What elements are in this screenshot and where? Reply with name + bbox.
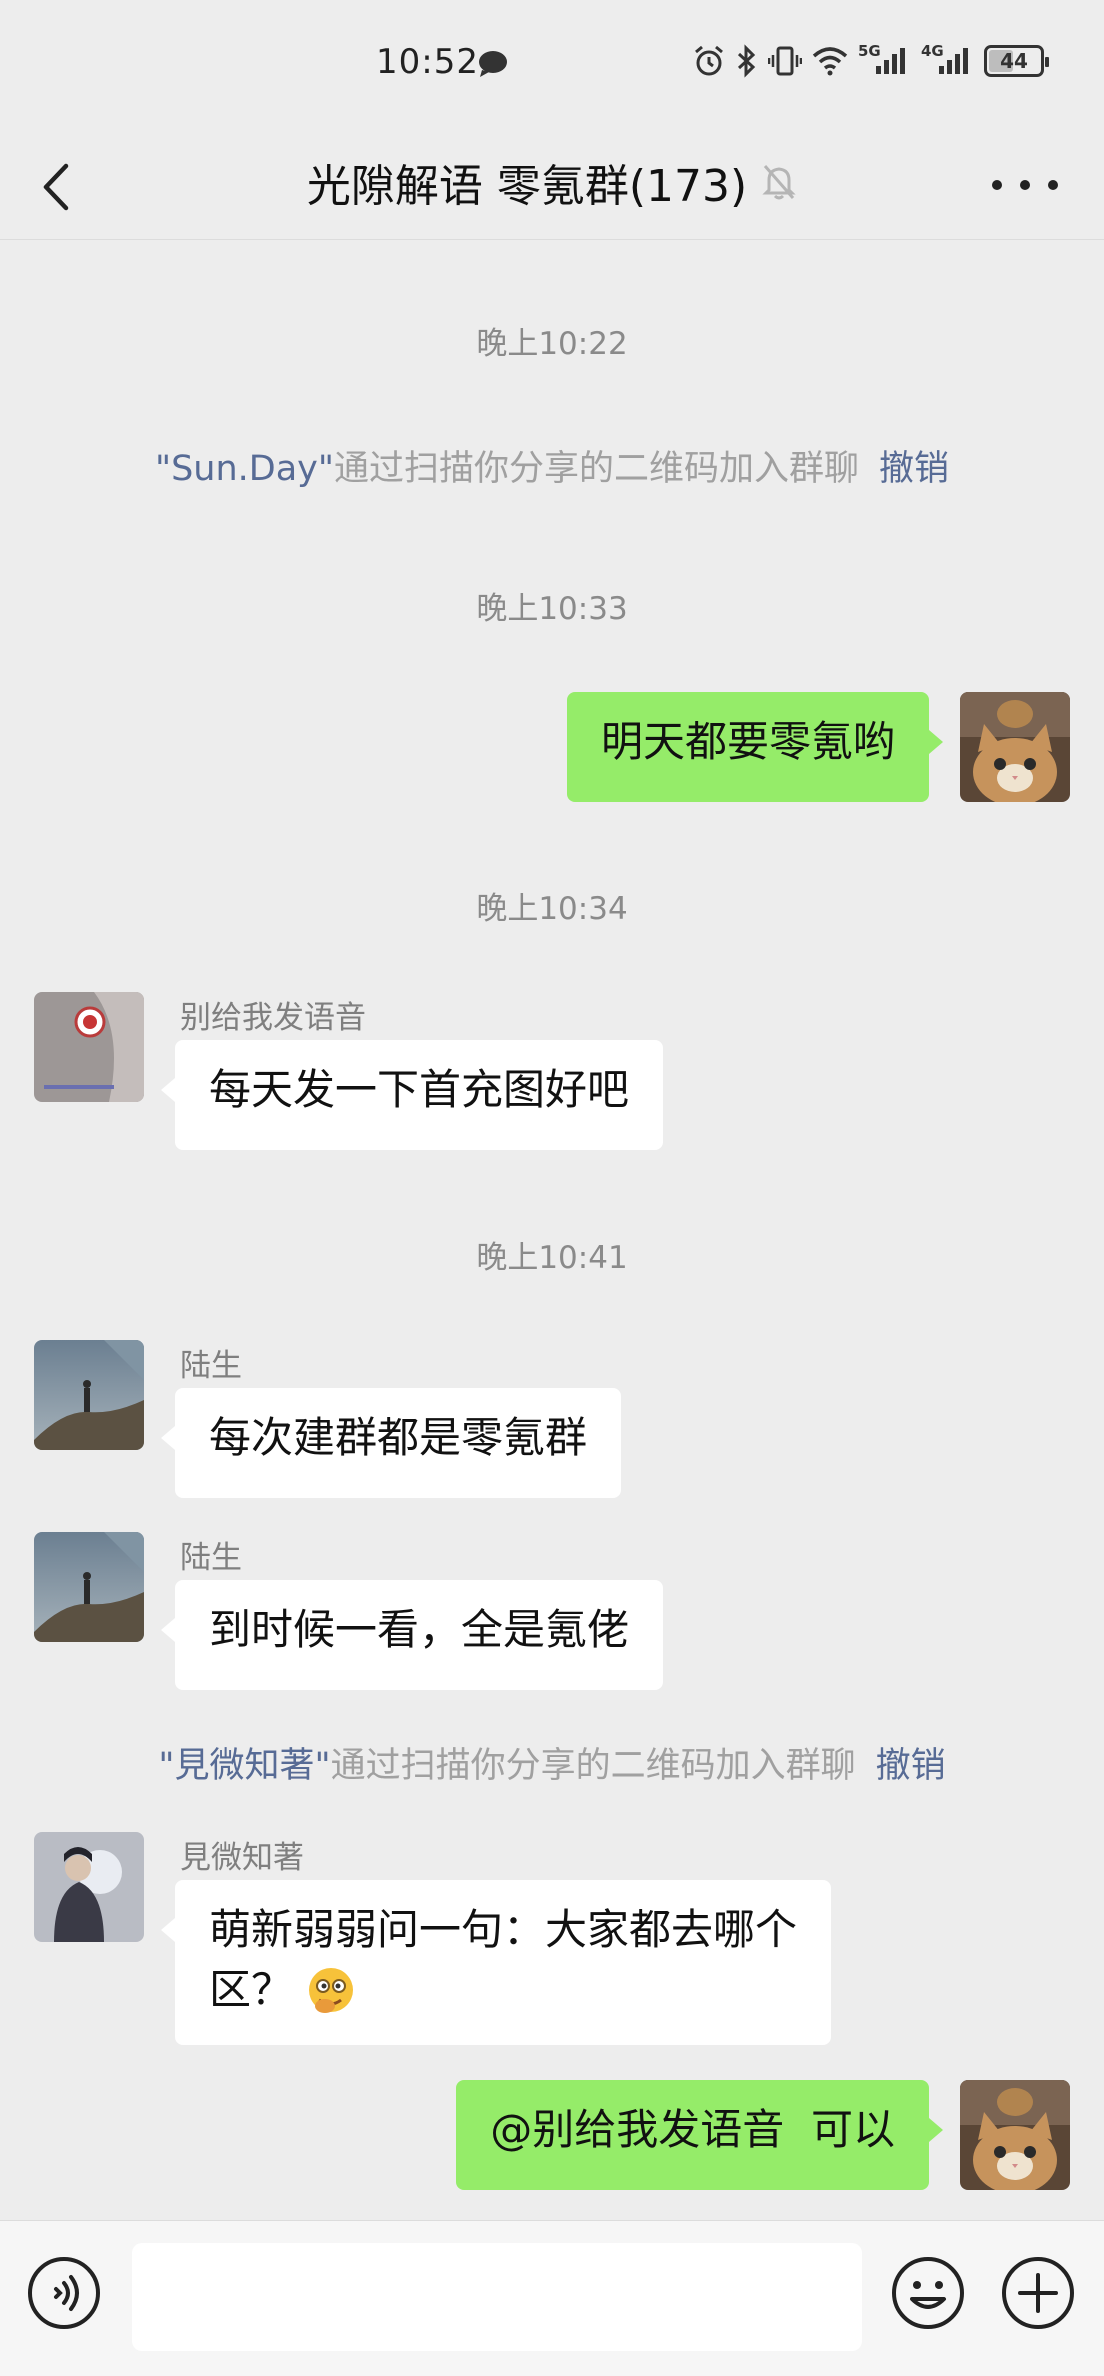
sys-member-name[interactable]: 見微知著 <box>174 1746 314 1786</box>
signal-4g: 4G <box>921 42 968 74</box>
mountain-avatar-image <box>34 1532 144 1642</box>
cat-avatar-image <box>960 2080 1070 2190</box>
message-text-line: 区？ <box>209 1965 294 2014</box>
status-bar: 10:52 5G 4G 44 <box>0 0 1104 132</box>
sender-name: 陆生 <box>180 1348 242 1384</box>
emoji-icon[interactable] <box>890 2255 966 2331</box>
signal-5g-label: 5G <box>858 42 881 60</box>
chat-title-wrap: 光隙解语 零氪群(173) <box>0 150 1104 214</box>
plus-icon[interactable] <box>1000 2255 1076 2331</box>
wifi-icon <box>812 47 848 76</box>
bluetooth-icon <box>737 44 756 78</box>
message-text: 每天发一下首充图好吧 <box>209 1065 630 1114</box>
sys-quote-open: " <box>154 449 172 489</box>
sender-name: 見微知著 <box>180 1840 304 1876</box>
signal-4g-label: 4G <box>921 42 944 60</box>
thinking-emoji-icon <box>309 1968 354 2013</box>
member-message-bubble[interactable]: 到时候一看，全是氪佬 <box>160 1580 664 1690</box>
message-text: 明天都要零氪哟 <box>600 717 895 766</box>
time-label: 晚上10:41 <box>476 1240 628 1276</box>
input-bar <box>0 2220 1104 2376</box>
battery-level: 44 <box>1000 49 1028 73</box>
system-message: "見微知著"通过扫描你分享的二维码加入群聊 撤销 <box>0 1737 1104 1788</box>
self-avatar[interactable] <box>960 2080 1070 2190</box>
message-text: 到时候一看，全是氪佬 <box>209 1605 630 1654</box>
undo-link[interactable]: 撤销 <box>879 449 949 489</box>
message-text-line: 萌新弱弱问一句：大家都去哪个 <box>209 1905 798 1954</box>
sys-message-text: 通过扫描你分享的二维码加入群聊 <box>330 1746 856 1786</box>
chat-header: 光隙解语 零氪群(173) <box>0 132 1104 240</box>
member-avatar[interactable] <box>34 1832 144 1942</box>
member-message-bubble[interactable]: 每天发一下首充图好吧 <box>160 1040 664 1150</box>
member-message-bubble[interactable]: 每次建群都是零氪群 <box>160 1388 622 1498</box>
message-text: 每次建群都是零氪群 <box>209 1413 588 1462</box>
member-avatar[interactable] <box>34 992 144 1102</box>
voice-icon[interactable] <box>26 2255 102 2331</box>
chat-area: 晚上10:22 "Sun.Day"通过扫描你分享的二维码加入群聊 撤销 晚上10:… <box>0 240 1104 2220</box>
battery-icon: 44 <box>984 45 1049 77</box>
mountain-avatar-image <box>34 1340 144 1450</box>
alarm-icon <box>695 45 723 76</box>
self-message-bubble[interactable]: 明天都要零氪哟 <box>566 692 944 802</box>
cat-avatar-image <box>960 692 1070 802</box>
sys-message-text: 通过扫描你分享的二维码加入群聊 <box>334 449 860 489</box>
member-message-bubble[interactable]: 萌新弱弱问一句：大家都去哪个 区？ <box>160 1880 832 2045</box>
chat-title: 光隙解语 零氪群(173) <box>306 161 748 212</box>
sender-name: 陆生 <box>180 1540 242 1576</box>
time-label: 晚上10:34 <box>476 891 628 927</box>
sys-member-name[interactable]: Sun.Day <box>171 449 318 489</box>
sender-name: 别给我发语音 <box>180 1000 366 1036</box>
ink-avatar-image <box>34 992 144 1102</box>
signal-5g: 5G <box>858 42 905 74</box>
self-avatar[interactable] <box>960 692 1070 802</box>
status-time: 10:52 <box>376 42 479 82</box>
time-label: 晚上10:33 <box>476 591 628 627</box>
chat-notification-icon <box>479 51 507 77</box>
system-message: "Sun.Day"通过扫描你分享的二维码加入群聊 撤销 <box>0 440 1104 491</box>
member-avatar[interactable] <box>34 1340 144 1450</box>
time-label: 晚上10:22 <box>476 326 628 362</box>
more-icon[interactable] <box>992 170 1058 200</box>
sys-quote-close: " <box>317 449 334 489</box>
undo-link[interactable]: 撤销 <box>876 1746 946 1786</box>
mute-bell-icon <box>762 165 796 200</box>
sys-quote-close: " <box>314 1746 331 1786</box>
status-icons: 5G 4G 44 <box>692 42 1049 78</box>
self-message-bubble[interactable]: @别给我发语音 可以 <box>456 2080 943 2190</box>
message-text: @别给我发语音 可以 <box>490 2105 895 2154</box>
vibrate-icon <box>768 46 802 76</box>
message-input[interactable] <box>132 2243 862 2351</box>
member-avatar[interactable] <box>34 1532 144 1642</box>
sys-quote-open: " <box>158 1746 175 1786</box>
figure-avatar-image <box>34 1832 144 1942</box>
